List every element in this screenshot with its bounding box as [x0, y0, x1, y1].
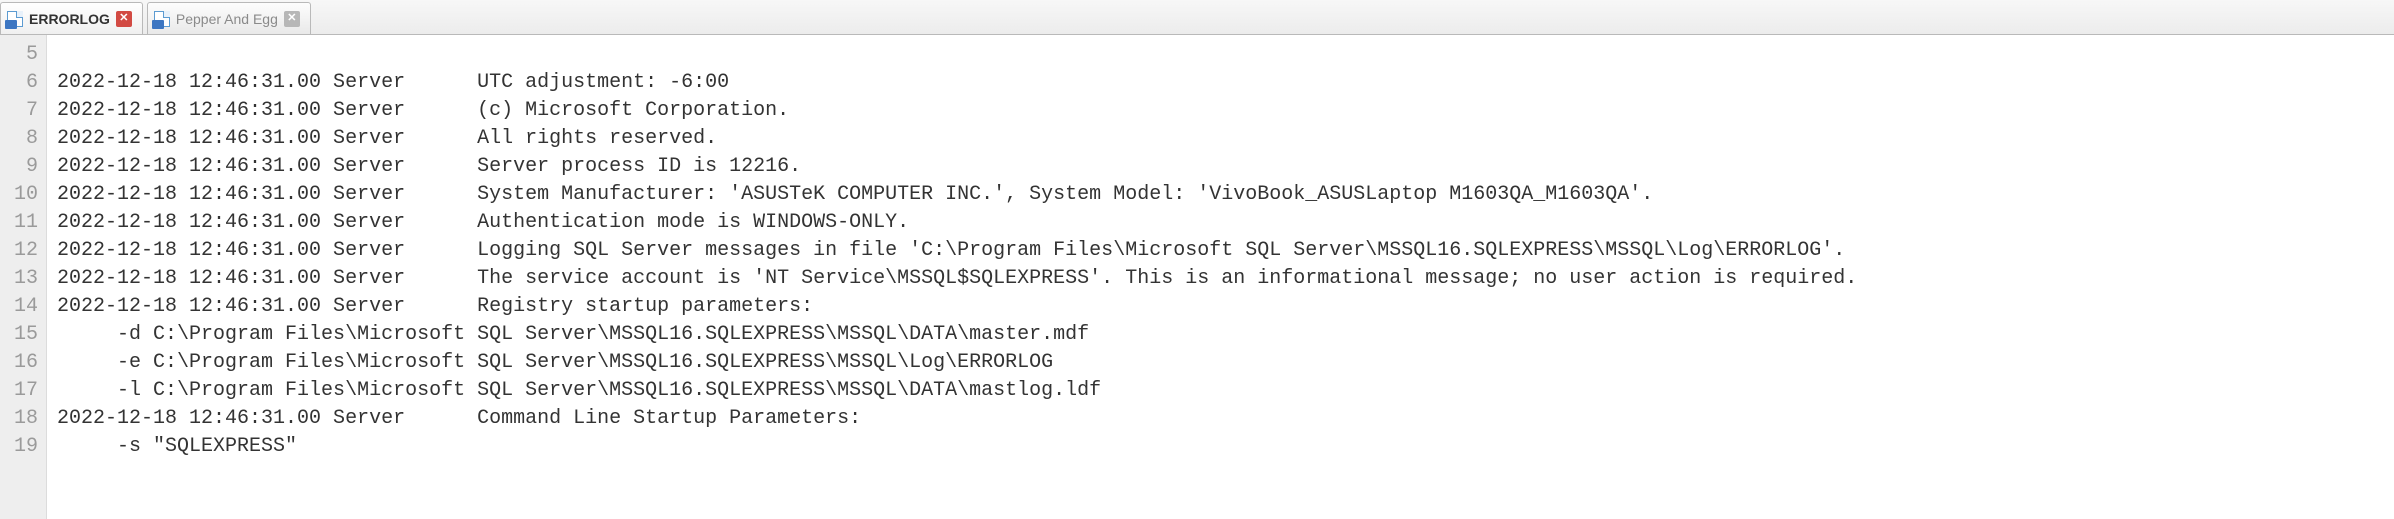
- line-number: 16: [14, 349, 38, 377]
- tab-errorlog[interactable]: ERRORLOG ✕: [0, 2, 143, 34]
- log-line: 2022-12-18 12:46:31.00 Server Registry s…: [57, 293, 2394, 321]
- log-line: 2022-12-18 12:46:31.00 Server (c) Micros…: [57, 97, 2394, 125]
- line-number: 10: [14, 181, 38, 209]
- log-line: 2022-12-18 12:46:31.00 Server Logging SQ…: [57, 237, 2394, 265]
- close-icon[interactable]: ✕: [284, 11, 300, 27]
- code-content[interactable]: 2022-12-18 12:46:31.00 Server UTC adjust…: [47, 35, 2394, 519]
- file-disk-icon: [154, 11, 170, 27]
- line-number: 9: [14, 153, 38, 181]
- tab-label: Pepper And Egg: [176, 12, 278, 26]
- line-number: 6: [14, 69, 38, 97]
- log-line: 2022-12-18 12:46:31.00 Server All rights…: [57, 125, 2394, 153]
- log-line: -e C:\Program Files\Microsoft SQL Server…: [57, 349, 2394, 377]
- log-line: -d C:\Program Files\Microsoft SQL Server…: [57, 321, 2394, 349]
- line-number: 17: [14, 377, 38, 405]
- log-line: -s "SQLEXPRESS": [57, 433, 2394, 461]
- line-number: 12: [14, 237, 38, 265]
- log-line: 2022-12-18 12:46:31.00 Server Command Li…: [57, 405, 2394, 433]
- line-number-gutter: 5678910111213141516171819: [0, 35, 47, 519]
- line-number: 11: [14, 209, 38, 237]
- editor-area: 5678910111213141516171819 2022-12-18 12:…: [0, 35, 2394, 519]
- log-line: 2022-12-18 12:46:31.00 Server System Man…: [57, 181, 2394, 209]
- log-line: 2022-12-18 12:46:31.00 Server Authentica…: [57, 209, 2394, 237]
- log-line: 2022-12-18 12:46:31.00 Server UTC adjust…: [57, 69, 2394, 97]
- line-number: 19: [14, 433, 38, 461]
- tab-label: ERRORLOG: [29, 12, 110, 26]
- line-number: 15: [14, 321, 38, 349]
- log-line: 2022-12-18 12:46:31.00 Server Server pro…: [57, 153, 2394, 181]
- file-disk-icon: [7, 11, 23, 27]
- line-number: 7: [14, 97, 38, 125]
- line-number: 13: [14, 265, 38, 293]
- tab-bar: ERRORLOG ✕ Pepper And Egg ✕: [0, 0, 2394, 35]
- line-number: 18: [14, 405, 38, 433]
- log-line: 2022-12-18 12:46:31.00 Server The servic…: [57, 265, 2394, 293]
- line-number: 14: [14, 293, 38, 321]
- tab-pepper-and-egg[interactable]: Pepper And Egg ✕: [147, 2, 311, 34]
- line-number: 5: [14, 41, 38, 69]
- log-line: [57, 41, 2394, 69]
- log-line: -l C:\Program Files\Microsoft SQL Server…: [57, 377, 2394, 405]
- close-icon[interactable]: ✕: [116, 11, 132, 27]
- line-number: 8: [14, 125, 38, 153]
